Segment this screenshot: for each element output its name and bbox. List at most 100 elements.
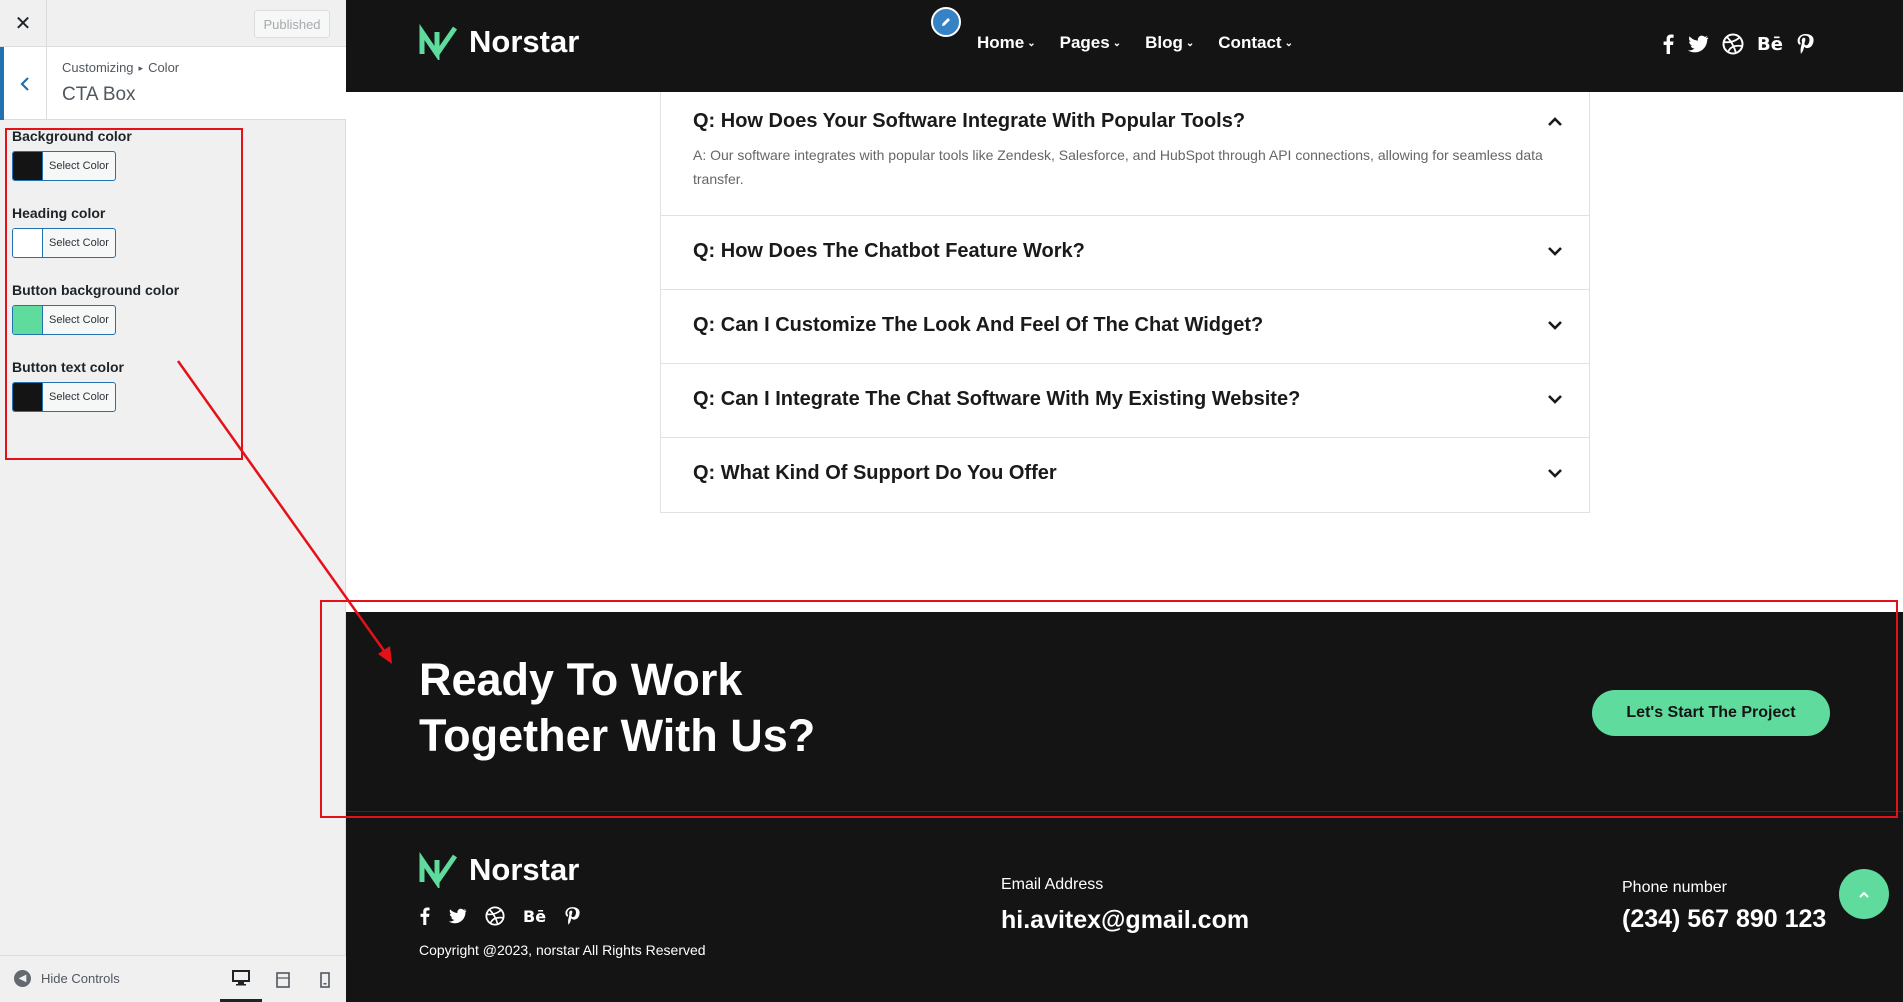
select-color-label: Select Color (49, 314, 109, 326)
faq-question: Q: Can I Customize The Look And Feel Of … (693, 314, 1264, 336)
control-label: Button text color (12, 359, 124, 375)
background-color-picker-button[interactable]: Select Color (12, 151, 116, 181)
footer-social-links: Bē (419, 906, 580, 926)
nav-label: Pages (1059, 33, 1110, 52)
color-swatch (13, 383, 43, 411)
chevron-down-icon: ⌄ (1027, 38, 1036, 49)
cta-start-project-button[interactable]: Let's Start The Project (1592, 690, 1830, 736)
chevron-down-icon (1548, 247, 1562, 256)
dribbble-icon[interactable] (485, 906, 505, 926)
customizer-sidebar: ✕ Published Customizing ▸ Color CTA Box Ba… (0, 0, 346, 1002)
background-color-control: Background color Select Color (12, 128, 232, 205)
color-controls: Background color Select Color Heading co… (12, 128, 232, 436)
cta-heading: Ready To Work Together With Us? (419, 652, 815, 764)
cta-box: Ready To Work Together With Us? Let's St… (346, 612, 1903, 812)
pencil-icon (942, 18, 950, 26)
faq-item[interactable]: Q: How Does The Chatbot Feature Work? (661, 216, 1589, 290)
faq-item[interactable]: Q: What Kind Of Support Do You Offer (661, 438, 1589, 512)
site-brand-name: Norstar (469, 24, 580, 59)
button-text-color-picker-button[interactable]: Select Color (12, 382, 116, 412)
desktop-icon (232, 969, 250, 985)
customizer-footer: ◀ Hide Controls (0, 955, 346, 1002)
cta-heading-line: Together With Us? (419, 710, 816, 761)
collapse-icon: ◀ (14, 970, 31, 987)
site-footer: Norstar Bē Copyright @2023, norstar All … (346, 812, 1903, 1002)
main-navigation: Home ⌄ Pages ⌄ Blog ⌄ Contact ⌄ (977, 33, 1293, 53)
select-color-label: Select Color (49, 391, 109, 403)
color-swatch (13, 152, 43, 180)
footer-logo[interactable]: Norstar (419, 852, 579, 888)
dribbble-icon[interactable] (1722, 33, 1744, 55)
chevron-down-icon (1548, 395, 1562, 404)
norstar-logo-icon (419, 24, 458, 60)
facebook-icon[interactable] (419, 907, 430, 925)
button-background-color-picker-button[interactable]: Select Color (12, 305, 116, 335)
phone-label: Phone number (1622, 879, 1727, 896)
mobile-preview-button[interactable] (304, 956, 346, 1002)
faq-item[interactable]: Q: Can I Customize The Look And Feel Of … (661, 290, 1589, 364)
twitter-icon[interactable] (448, 908, 467, 924)
back-button[interactable] (0, 47, 47, 120)
norstar-logo-icon (419, 852, 458, 888)
site-header: Norstar Home ⌄ Pages ⌄ Blog ⌄ Contact ⌄ Bē (346, 0, 1903, 92)
nav-contact[interactable]: Contact ⌄ (1218, 33, 1293, 53)
breadcrumb-parent: Customizing (62, 60, 134, 75)
footer-brand-name: Norstar (469, 852, 580, 887)
facebook-icon[interactable] (1662, 34, 1674, 54)
desktop-preview-button[interactable] (220, 956, 262, 1002)
nav-label: Blog (1145, 33, 1183, 52)
nav-blog[interactable]: Blog ⌄ (1145, 33, 1194, 53)
button-background-color-control: Button background color Select Color (12, 282, 232, 359)
nav-label: Home (977, 33, 1025, 52)
close-customizer-button[interactable]: ✕ (0, 0, 47, 47)
section-header: Customizing ▸ Color CTA Box (0, 47, 346, 120)
chevron-down-icon: ⌄ (1185, 38, 1195, 49)
customizer-header: ✕ Published (0, 0, 346, 47)
control-label: Button background color (12, 282, 180, 298)
nav-home[interactable]: Home ⌄ (977, 33, 1036, 53)
chevron-down-icon (1548, 469, 1562, 478)
faq-question: Q: Can I Integrate The Chat Software Wit… (693, 388, 1301, 410)
hide-controls-label: Hide Controls (41, 971, 120, 986)
scroll-to-top-button[interactable] (1839, 869, 1889, 919)
behance-icon[interactable]: Bē (1757, 34, 1783, 55)
tablet-preview-button[interactable] (262, 956, 304, 1002)
faq-item-open[interactable]: Q: How Does Your Software Integrate With… (661, 92, 1589, 216)
behance-icon[interactable]: Bē (523, 907, 546, 926)
chevron-down-icon (1548, 321, 1562, 330)
chevron-up-icon (1859, 891, 1869, 898)
twitter-icon[interactable] (1687, 35, 1709, 53)
faq-item[interactable]: Q: Can I Integrate The Chat Software Wit… (661, 364, 1589, 438)
faq-question: Q: What Kind Of Support Do You Offer (693, 462, 1057, 484)
breadcrumb: Customizing ▸ Color (62, 60, 179, 75)
heading-color-control: Heading color Select Color (12, 205, 232, 282)
copyright-text: Copyright @2023, norstar All Rights Rese… (419, 942, 706, 958)
close-icon: ✕ (14, 13, 32, 35)
header-social-links: Bē (1662, 33, 1814, 55)
site-preview: Norstar Home ⌄ Pages ⌄ Blog ⌄ Contact ⌄ Bē Q… (346, 0, 1903, 1002)
nav-pages[interactable]: Pages ⌄ (1060, 33, 1121, 53)
pinterest-icon[interactable] (564, 906, 580, 926)
faq-accordion: Q: How Does Your Software Integrate With… (660, 92, 1590, 513)
publish-button[interactable]: Published (254, 10, 330, 38)
faq-answer: A: Our software integrates with popular … (693, 147, 1543, 187)
button-text-color-control: Button text color Select Color (12, 359, 232, 436)
chevron-down-icon: ⌄ (1112, 38, 1122, 49)
breadcrumb-separator-icon: ▸ (138, 63, 144, 73)
faq-question: Q: How Does The Chatbot Feature Work? (693, 240, 1085, 262)
edit-shortcut-button[interactable] (931, 7, 961, 37)
nav-label: Contact (1218, 33, 1282, 52)
pinterest-icon[interactable] (1796, 33, 1814, 55)
email-link[interactable]: hi.avitex@gmail.com (1001, 906, 1249, 935)
site-logo[interactable]: Norstar (419, 24, 579, 60)
chevron-down-icon: ⌄ (1284, 38, 1293, 49)
phone-link[interactable]: (234) 567 890 123 (1622, 905, 1826, 934)
cta-heading-line: Ready To Work (419, 654, 743, 705)
color-swatch (13, 306, 43, 334)
hide-controls-button[interactable]: ◀ Hide Controls (14, 970, 120, 987)
chevron-up-icon (1548, 117, 1562, 126)
control-label: Background color (12, 128, 132, 144)
faq-question: Q: How Does Your Software Integrate With… (693, 110, 1246, 132)
tablet-icon (276, 971, 290, 988)
heading-color-picker-button[interactable]: Select Color (12, 228, 116, 258)
